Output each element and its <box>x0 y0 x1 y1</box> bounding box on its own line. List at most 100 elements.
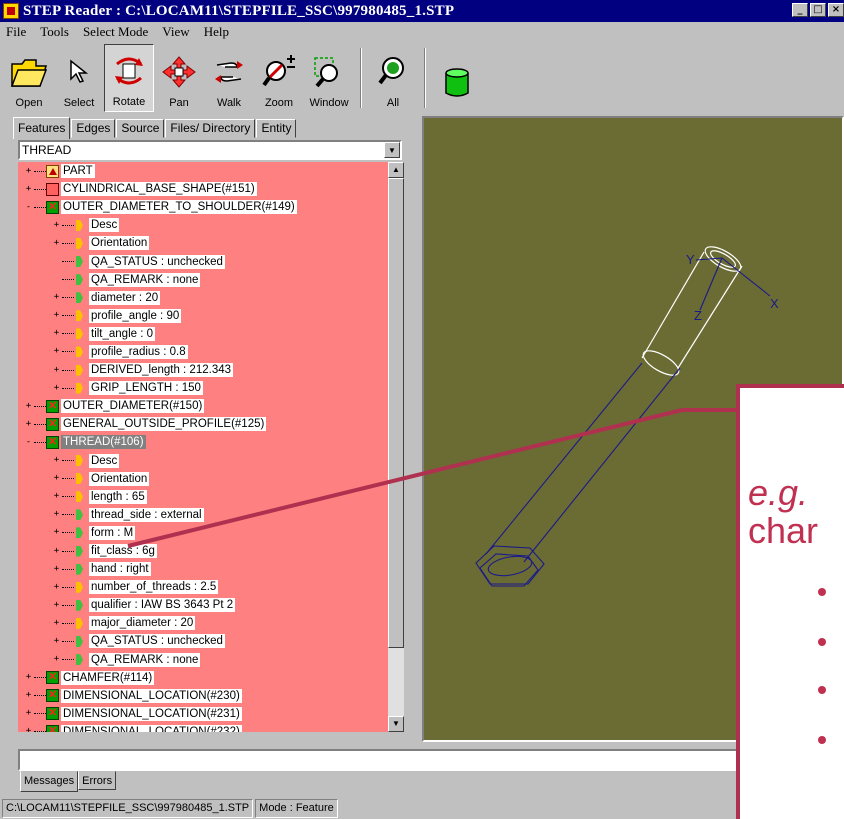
tree-item[interactable]: + length : 65 <box>18 488 388 506</box>
tree-item[interactable]: + GENERAL_OUTSIDE_PROFILE(#125) <box>18 415 388 433</box>
expand-icon[interactable]: + <box>24 419 33 429</box>
feature-filter-select[interactable]: THREAD ▼ <box>18 140 402 160</box>
tab-messages[interactable]: Messages <box>20 771 79 792</box>
tree-item[interactable]: + OUTER_DIAMETER(#150) <box>18 397 388 415</box>
tab-entity[interactable]: Entity <box>256 119 297 138</box>
tree-item[interactable]: + form : M <box>18 524 388 542</box>
tree-item[interactable]: + Desc <box>18 216 388 234</box>
expand-icon[interactable]: + <box>52 636 61 646</box>
menu-tools[interactable]: Tools <box>40 24 69 40</box>
tab-errors[interactable]: Errors <box>78 771 117 790</box>
expand-icon[interactable]: + <box>52 618 61 628</box>
expand-icon[interactable]: + <box>52 474 61 483</box>
tree-item[interactable]: + profile_radius : 0.8 <box>18 343 388 361</box>
tree-item[interactable]: + number_of_threads : 2.5 <box>18 578 388 596</box>
expand-icon[interactable]: + <box>52 492 61 501</box>
zoom-button[interactable]: Zoom <box>254 44 304 112</box>
expand-icon[interactable]: + <box>52 365 61 375</box>
tab-edges[interactable]: Edges <box>71 119 116 138</box>
tree-item[interactable]: + CYLINDRICAL_BASE_SHAPE(#151) <box>18 180 388 198</box>
tree-item[interactable]: QA_REMARK : none <box>18 271 388 289</box>
expand-icon[interactable]: + <box>52 510 61 519</box>
expand-icon[interactable]: + <box>52 528 61 537</box>
menu-help[interactable]: Help <box>204 24 229 40</box>
window-zoom-button[interactable]: Window <box>304 44 354 112</box>
scroll-up-icon[interactable]: ▲ <box>388 162 404 178</box>
expand-icon[interactable]: + <box>52 220 61 230</box>
feature-x-icon <box>46 399 59 413</box>
tree-item[interactable]: QA_STATUS : unchecked <box>18 252 388 270</box>
maximize-button[interactable]: □ <box>810 3 826 17</box>
tree-item[interactable]: - THREAD(#106) <box>18 433 388 451</box>
expand-icon[interactable]: + <box>24 184 33 194</box>
tree-item[interactable]: + GRIP_LENGTH : 150 <box>18 379 388 397</box>
menu-file[interactable]: File <box>6 24 26 40</box>
tree-item[interactable]: + DIMENSIONAL_LOCATION(#232) <box>18 723 388 732</box>
tab-source[interactable]: Source <box>116 119 165 138</box>
open-button[interactable]: Open <box>4 44 54 112</box>
expand-icon[interactable]: + <box>52 582 61 592</box>
expand-icon[interactable]: + <box>52 456 61 465</box>
tree-item[interactable]: + QA_STATUS : unchecked <box>18 632 388 650</box>
zoom-all-button[interactable]: All <box>368 44 418 112</box>
tree-item[interactable]: + QA_REMARK : none <box>18 651 388 669</box>
tree-connector <box>34 405 46 407</box>
close-button[interactable]: × <box>828 3 844 17</box>
walk-button[interactable]: Walk <box>204 44 254 112</box>
collapse-icon[interactable]: - <box>24 437 33 447</box>
tree-item[interactable]: + qualifier : IAW BS 3643 Pt 2 <box>18 596 388 614</box>
expand-icon[interactable]: + <box>52 311 61 320</box>
tree-item[interactable]: + thread_side : external <box>18 506 388 524</box>
tree-item[interactable]: + fit_class : 6g <box>18 542 388 560</box>
tree-item[interactable]: + Orientation <box>18 470 388 488</box>
expand-icon[interactable]: + <box>52 238 61 248</box>
expand-icon[interactable]: + <box>52 347 61 356</box>
tree-item-label: OUTER_DIAMETER(#150) <box>61 399 205 414</box>
tab-features[interactable]: Features <box>13 117 71 139</box>
expand-icon[interactable]: + <box>52 329 61 338</box>
expand-icon[interactable]: + <box>52 564 61 574</box>
expand-icon[interactable]: + <box>52 293 61 302</box>
expand-icon[interactable]: + <box>52 655 61 664</box>
message-output[interactable] <box>18 749 844 771</box>
expand-icon[interactable]: + <box>52 600 61 610</box>
tree-item[interactable]: + Desc <box>18 452 388 470</box>
expand-icon[interactable]: + <box>24 727 33 732</box>
tab-files-directory[interactable]: Files/ Directory <box>165 119 256 138</box>
tree-item[interactable]: + diameter : 20 <box>18 289 388 307</box>
expand-icon[interactable]: + <box>52 383 61 393</box>
expand-icon[interactable]: + <box>24 691 33 700</box>
tree-item[interactable]: + DERIVED_length : 212.343 <box>18 361 388 379</box>
menu-select-mode[interactable]: Select Mode <box>83 24 148 40</box>
expand-icon[interactable]: + <box>24 709 33 718</box>
tree-item[interactable]: + CHAMFER(#114) <box>18 669 388 687</box>
tree-item[interactable]: + Orientation <box>18 234 388 252</box>
tree-scrollbar[interactable]: ▲ ▼ <box>388 162 404 732</box>
tree-item[interactable]: + major_diameter : 20 <box>18 614 388 632</box>
tree-item[interactable]: + hand : right <box>18 560 388 578</box>
tree-item[interactable]: + DIMENSIONAL_LOCATION(#230) <box>18 687 388 705</box>
tree-item[interactable]: + DIMENSIONAL_LOCATION(#231) <box>18 705 388 723</box>
tree-connector <box>62 550 74 552</box>
tree-item[interactable]: + PART <box>18 162 388 180</box>
collapse-icon[interactable]: - <box>24 202 33 212</box>
chevron-down-icon[interactable]: ▼ <box>384 142 400 158</box>
expand-icon[interactable]: + <box>24 166 33 176</box>
scroll-thumb[interactable] <box>388 178 404 648</box>
expand-icon[interactable]: + <box>24 401 33 411</box>
tree-item[interactable]: + profile_angle : 90 <box>18 307 388 325</box>
tree-item[interactable]: - OUTER_DIAMETER_TO_SHOULDER(#149) <box>18 198 388 216</box>
pan-button[interactable]: Pan <box>154 44 204 112</box>
cylinder-button[interactable] <box>432 44 482 112</box>
expand-icon[interactable]: + <box>52 546 61 556</box>
tree-item-label: OUTER_DIAMETER_TO_SHOULDER(#149) <box>61 200 297 215</box>
select-button[interactable]: Select <box>54 44 104 112</box>
menu-view[interactable]: View <box>162 24 189 40</box>
feature-tree[interactable]: + PART + CYLINDRICAL_BASE_SHAPE(#151) - OUTER… <box>18 162 388 732</box>
scroll-down-icon[interactable]: ▼ <box>388 716 404 732</box>
expand-icon[interactable]: + <box>24 673 33 682</box>
app-icon[interactable] <box>3 3 19 19</box>
minimize-button[interactable]: _ <box>792 3 808 17</box>
rotate-button[interactable]: Rotate <box>104 44 154 112</box>
tree-item[interactable]: + tilt_angle : 0 <box>18 325 388 343</box>
